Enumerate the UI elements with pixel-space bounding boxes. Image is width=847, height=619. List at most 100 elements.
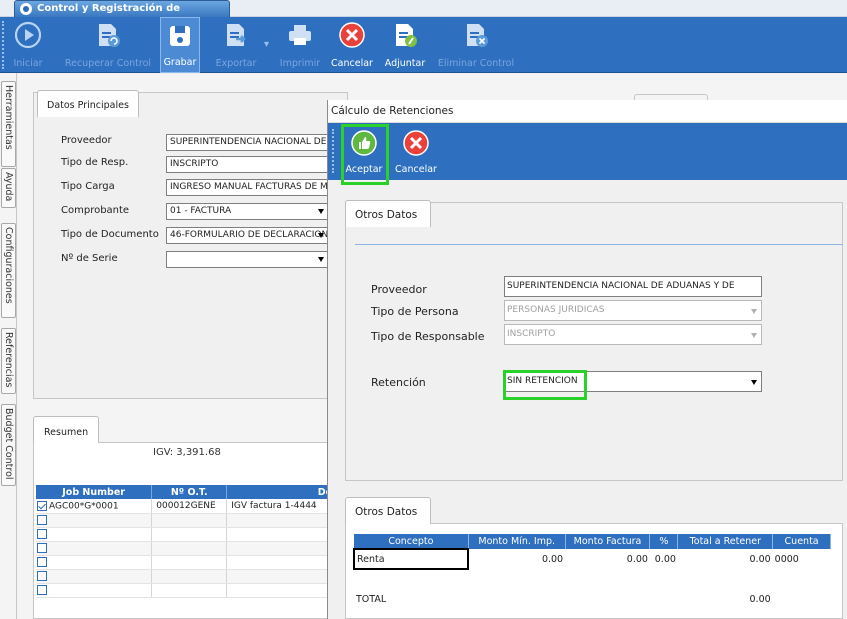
tipo-carga-field[interactable]: INGRESO MANUAL FACTURAS DE MERCADERIA [166,179,332,196]
row-checkbox[interactable] [37,514,47,525]
concepto-cell[interactable]: Renta [352,548,470,570]
thumbs-up-icon [351,130,377,156]
ot-cell [151,541,228,556]
row-checkbox[interactable] [37,556,47,567]
monto-min-cell[interactable] [468,569,565,589]
cuenta-cell[interactable]: 0000 [773,549,831,569]
retencion-select[interactable]: SIN RETENCION [504,371,762,392]
grabar-button[interactable]: Grabar [160,17,200,73]
tab-datos-principales[interactable]: Datos Principales [37,90,139,117]
delete-document-icon [467,24,488,47]
total-retener-cell[interactable]: 0.00 [678,549,773,569]
table-row[interactable]: Renta 0.00 0.00 0.00 0.00 0000 [352,548,831,570]
concepto-cell[interactable] [354,569,468,589]
table-row[interactable]: AGC00*G*0001 000012GENE IGV factura 1-4444 [36,499,348,514]
porcentaje-cell[interactable]: 0.00 [650,549,678,569]
table-row[interactable] [354,569,831,589]
exportar-button[interactable]: Exportar [210,17,262,73]
tipo-documento-select[interactable]: 46-FORMULARIO DE DECLARACION [166,227,328,244]
tipo-persona-select[interactable]: PERSONAS JURIDICAS [504,300,762,321]
column-header-concepto[interactable]: Concepto [354,534,469,549]
sidebar-tab-referencias[interactable]: Referencias [1,328,16,394]
save-icon [170,26,190,46]
ot-cell [151,583,228,598]
table-row[interactable] [36,555,348,570]
porcentaje-cell[interactable] [650,569,678,589]
tab-otros-datos-2[interactable]: Otros Datos [345,497,431,524]
printer-icon [289,25,311,45]
sidebar-tab-configuraciones[interactable]: Configuraciones [1,223,16,318]
chevron-down-icon [318,209,324,214]
column-header-ot[interactable]: Nº O.T. [151,485,228,499]
dialog-proveedor-field[interactable]: SUPERINTENDENCIA NACIONAL DE ADUANAS Y D… [504,276,762,297]
chevron-down-icon [751,309,757,314]
tipo-resp-field[interactable]: INSCRIPTO [166,156,332,173]
sidebar-tab-herramientas[interactable]: Herramientas [1,81,16,167]
total-value: 0.00 [749,593,771,605]
retenciones-grid: Concepto Monto Mín. Imp. Monto Factura %… [352,534,831,609]
cancelar-button[interactable]: Cancelar [328,17,376,73]
ot-cell: 000012GENE [151,499,228,514]
toolbar-grip[interactable] [2,21,5,69]
ot-cell [151,569,228,584]
monto-factura-cell[interactable] [565,569,650,589]
recuperar-control-button[interactable]: Recuperar Control [60,17,156,73]
serie-select[interactable] [166,251,328,268]
table-row[interactable] [36,583,348,598]
column-header-job[interactable]: Job Number [36,485,153,499]
row-checkbox[interactable] [37,570,47,581]
iniciar-button[interactable]: Iniciar [10,17,46,73]
divider [355,244,843,245]
exportar-dropdown-icon[interactable]: ▾ [264,39,269,50]
cuenta-cell[interactable] [773,569,831,589]
table-row[interactable] [36,541,348,556]
monto-factura-cell[interactable]: 0.00 [565,549,650,569]
chevron-down-icon [318,233,324,238]
field-label-proveedor: Proveedor [61,135,112,146]
adjuntar-button[interactable]: Adjuntar [380,17,430,73]
column-header-monto-min[interactable]: Monto Mín. Imp. [468,534,566,549]
dialog-title: Cálculo de Retenciones [328,100,847,123]
comprobante-select[interactable]: 01 - FACTURA [166,203,328,220]
attach-icon [396,24,417,47]
tipo-responsable-select[interactable]: INSCRIPTO [504,324,762,345]
sidebar-tab-ayuda[interactable]: Ayuda [1,168,16,208]
row-checkbox[interactable] [37,500,47,511]
dialog-toolbar: Aceptar Cancelar [328,123,847,180]
table-row[interactable] [36,513,348,528]
row-checkbox[interactable] [37,584,47,595]
dialog-label-retencion: Retención [371,376,426,389]
dialog-label-proveedor: Proveedor [371,283,427,296]
column-header-total-retener[interactable]: Total a Retener [677,534,774,549]
field-label-tipo-resp: Tipo de Resp. [61,157,129,168]
monto-min-cell[interactable]: 0.00 [468,549,565,569]
column-header-porcentaje[interactable]: % [649,534,679,549]
field-label-tipo-carga: Tipo Carga [61,181,115,192]
column-header-monto-factura[interactable]: Monto Factura [565,534,651,549]
dialog-cancelar-button[interactable]: Cancelar [392,123,440,180]
row-checkbox[interactable] [37,542,47,553]
sidebar-tab-budget-control[interactable]: Budget Control [1,404,16,486]
eliminar-control-button[interactable]: Eliminar Control [434,17,518,73]
column-header-cuenta[interactable]: Cuenta [772,534,831,549]
cancel-icon [339,22,365,48]
field-label-tipo-documento: Tipo de Documento [61,229,159,240]
tab-resumen[interactable]: Resumen [33,416,99,443]
table-row[interactable] [36,569,348,584]
chevron-down-icon [751,333,757,338]
toolbar-grip[interactable] [332,129,335,173]
chevron-down-icon [751,380,757,385]
table-row[interactable] [36,527,348,542]
tab-otros-datos[interactable]: Otros Datos [345,200,431,227]
app-tab-bar: Control y Registración de Factura... [0,0,847,29]
row-checkbox[interactable] [37,528,47,539]
dialog-label-tipo-persona: Tipo de Persona [371,305,459,318]
job-number-cell: AGC00*G*0001 [49,501,119,511]
total-retener-cell[interactable] [678,569,773,589]
field-label-comprobante: Comprobante [61,205,130,216]
main-toolbar: Iniciar Recuperar Control Grabar Exporta… [0,17,847,73]
aceptar-button[interactable]: Aceptar [342,123,386,180]
proveedor-field[interactable]: SUPERINTENDENCIA NACIONAL DE ADUANAS Y D… [166,134,332,151]
app-tab[interactable]: Control y Registración de Factura... [14,0,230,29]
imprimir-button[interactable]: Imprimir [278,17,322,73]
